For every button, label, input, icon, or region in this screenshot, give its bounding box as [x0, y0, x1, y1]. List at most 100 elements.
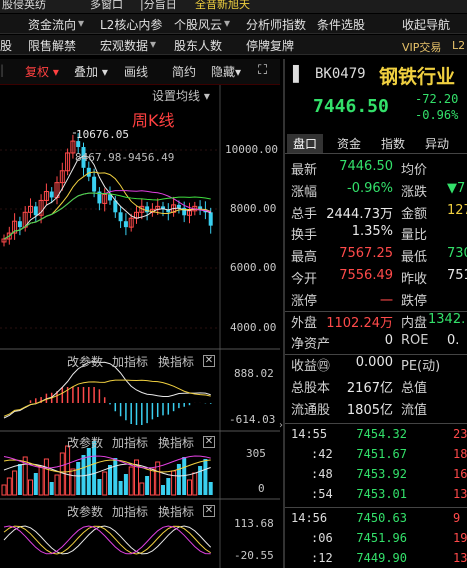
- kdj-line: [3, 525, 211, 555]
- menu-collapse-nav[interactable]: 收起导航: [402, 16, 450, 33]
- sub3-ymin: -20.55: [234, 549, 274, 562]
- tick-row: 14:56 7450.63 9: [285, 511, 467, 531]
- tick-time: 14:55: [291, 427, 328, 441]
- sub1-switch-indicator[interactable]: 换指标: [158, 353, 194, 370]
- kdj-group: [3, 525, 212, 555]
- candle-body: [49, 191, 54, 198]
- sub3-switch-indicator[interactable]: 换指标: [158, 503, 194, 520]
- volume-bar: [49, 482, 54, 495]
- stock-code: BK0479: [315, 66, 366, 82]
- draw-line-button[interactable]: 画线: [124, 63, 148, 80]
- sub1-close-icon[interactable]: ✕: [203, 355, 215, 367]
- candle-body: [176, 204, 181, 208]
- fullscreen-icon[interactable]: ⛶: [258, 63, 267, 78]
- volume-bar: [192, 472, 198, 496]
- kline-chart-area[interactable]: 设置均线 ▾ 周K线 10676.05 8467.98-9456.49 1000…: [0, 85, 280, 568]
- fq-dropdown[interactable]: 复权 ▾: [25, 63, 59, 80]
- hide-button[interactable]: 隐藏▾: [211, 63, 241, 80]
- quote-row: 总股本 2167亿 总值: [285, 377, 467, 399]
- tick-price: 7453.01: [356, 487, 407, 501]
- menu-suspension[interactable]: 停牌复牌: [246, 37, 294, 54]
- tab-movement[interactable]: 异动: [425, 135, 449, 152]
- sub1-ymax: 888.02: [234, 367, 274, 380]
- menu-analyst-index[interactable]: 分析师指数: [246, 16, 306, 33]
- chart-toolbar: | 复权 ▾ 叠加 ▾ 画线 简约 隐藏▾ ⛶: [0, 59, 280, 85]
- sub3-close-icon[interactable]: ✕: [203, 505, 215, 517]
- tick-volume: 19: [453, 531, 467, 545]
- tab-orderbook[interactable]: 盘口: [287, 134, 324, 153]
- quote-label-2: 均价: [401, 163, 428, 178]
- quote-label: 总手: [291, 206, 318, 222]
- stock-name: 钢铁行业: [379, 66, 456, 88]
- menu-l2[interactable]: L2: [452, 39, 465, 52]
- tick-volume: 9: [453, 511, 461, 525]
- simple-mode-button[interactable]: 简约: [172, 63, 196, 80]
- tick-volume: 18: [453, 447, 467, 461]
- prev-stock-icon[interactable]: ▌: [293, 65, 305, 83]
- volume-bar: [28, 479, 33, 496]
- kdj-line: [3, 525, 212, 555]
- tick-price: 7451.96: [356, 531, 407, 545]
- quote-row: 涨停 一跌停: [285, 290, 467, 312]
- quote-label-2: ROE: [401, 333, 429, 349]
- high-price-label: 10676.05: [76, 128, 129, 141]
- menu-holders[interactable]: 股东人数: [174, 37, 222, 54]
- volume-bar: [86, 448, 91, 495]
- quote-value: 1.35%: [351, 224, 393, 240]
- tab-index[interactable]: 指数: [381, 135, 405, 152]
- menu-macro-data[interactable]: 宏观数据: [100, 37, 148, 54]
- sub2-close-icon[interactable]: ✕: [203, 436, 215, 448]
- tick-row: :12 7449.90 13: [285, 551, 467, 568]
- menu-arrow-icon: ▾: [224, 16, 231, 30]
- quote-label-2: 流值: [401, 402, 428, 418]
- volume-bar: [203, 459, 208, 495]
- strip-tab-3[interactable]: 全音新旭天: [195, 0, 250, 12]
- tab-capital[interactable]: 资金: [337, 135, 361, 152]
- strip-tab-2[interactable]: |分旨日: [140, 0, 177, 12]
- sub1-change-params[interactable]: 改参数: [67, 353, 103, 370]
- quote-row: 今开 7556.49 昨收 751: [285, 268, 467, 290]
- menu-stock-news[interactable]: 个股风云: [174, 16, 222, 33]
- tick-price: 7451.67: [356, 447, 407, 461]
- quote-tabs: 盘口 资金 指数 异动: [285, 132, 467, 154]
- tick-divider-2: [285, 507, 467, 508]
- ma-setting-button[interactable]: 设置均线 ▾: [152, 87, 210, 104]
- menu-capital-flow[interactable]: 资金流向: [28, 16, 76, 33]
- sub1-add-indicator[interactable]: 加指标: [112, 353, 148, 370]
- quote-label-2: 总值: [401, 381, 428, 396]
- tick-time: :54: [311, 487, 333, 501]
- dea-line: [3, 379, 211, 417]
- tick-price: 7454.32: [356, 427, 407, 441]
- quote-value: 一: [379, 293, 393, 309]
- menu-l2-insight[interactable]: L2核心内参: [100, 16, 162, 33]
- sub2-change-params[interactable]: 改参数: [67, 434, 103, 451]
- quote-value-2: 1342.: [428, 311, 466, 327]
- quote-label-2: 金额: [401, 206, 428, 222]
- quote-value-2: 127.: [447, 202, 467, 218]
- ma-line-30: [3, 192, 211, 240]
- menu-vip-trade[interactable]: VIP交易: [402, 39, 441, 55]
- strip-tab-multiwindow[interactable]: 多窗口: [90, 0, 123, 12]
- menu-unlock[interactable]: 限售解禁: [28, 37, 76, 54]
- sub2-switch-indicator[interactable]: 换指标: [158, 434, 194, 451]
- volume-bar: [97, 479, 102, 495]
- tick-time: :48: [311, 467, 333, 481]
- volume-bar: [139, 482, 145, 496]
- menu-stock[interactable]: 股: [0, 37, 12, 54]
- volume-bar: [102, 471, 108, 496]
- menu-condition-select[interactable]: 条件选股: [317, 16, 365, 33]
- volume-bar: [38, 465, 44, 496]
- quote-label-2: 昨收: [401, 272, 428, 287]
- macd-group: [3, 360, 212, 425]
- sub3-add-indicator[interactable]: 加指标: [112, 503, 148, 520]
- sub2-add-indicator[interactable]: 加指标: [112, 434, 148, 451]
- volume-bar: [33, 473, 38, 495]
- quote-label: 涨幅: [291, 184, 318, 200]
- sub3-change-params[interactable]: 改参数: [67, 503, 103, 520]
- kdj-line: [3, 525, 211, 555]
- tick-volume: 23: [453, 427, 467, 441]
- tick-time: :12: [311, 551, 333, 565]
- quote-value: 2444.73万: [326, 206, 393, 222]
- overlay-dropdown[interactable]: 叠加 ▾: [74, 63, 108, 80]
- quote-row: 总手 2444.73万金额 127.: [285, 203, 467, 225]
